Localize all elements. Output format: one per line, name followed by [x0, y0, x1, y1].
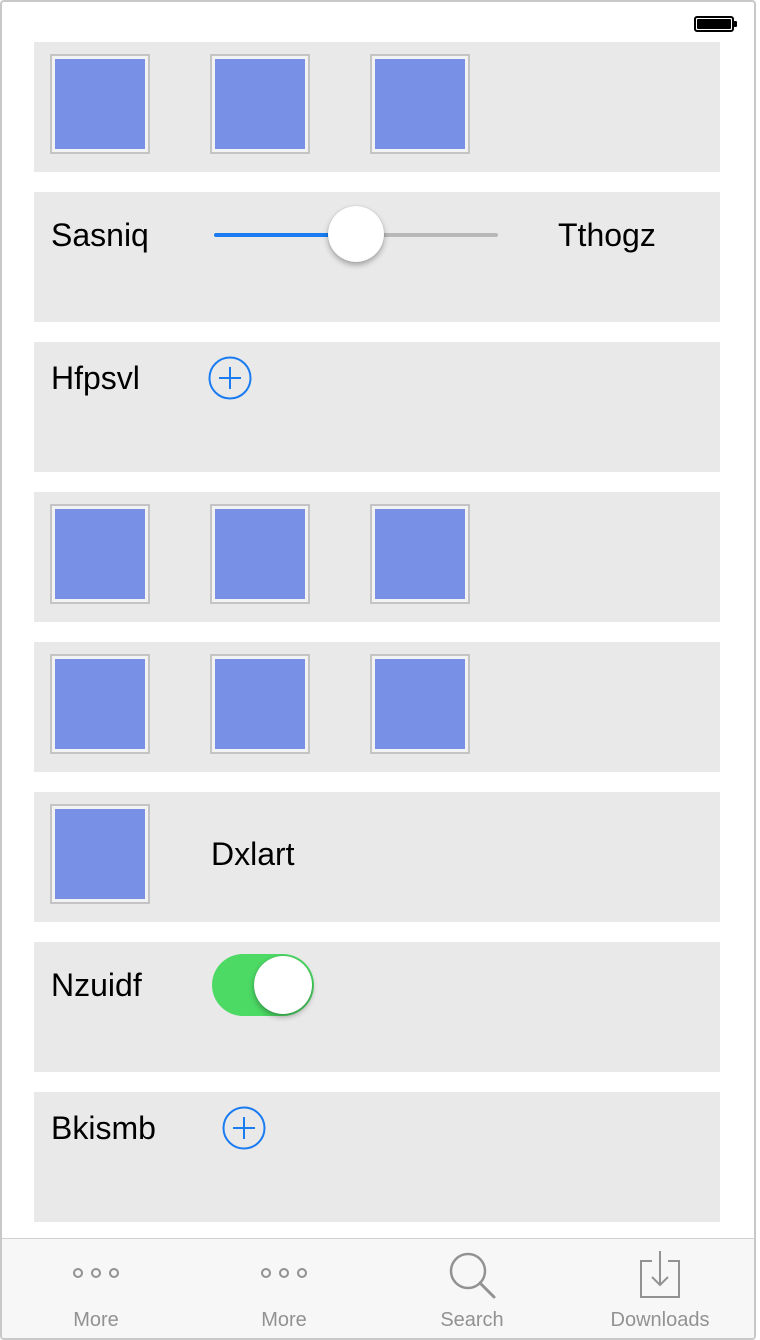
image-placeholder[interactable] — [50, 504, 150, 604]
download-icon — [640, 1251, 680, 1298]
image-row — [34, 492, 720, 622]
image-placeholder[interactable] — [210, 54, 310, 154]
toggle-row: Nzuidf — [34, 942, 720, 1072]
slider-handle[interactable] — [328, 206, 384, 262]
image-placeholder[interactable] — [370, 504, 470, 604]
image-placeholder[interactable] — [50, 804, 150, 904]
image-row — [34, 42, 720, 172]
tab-more[interactable]: More — [2, 1239, 190, 1338]
row-label: Nzuidf — [51, 967, 142, 1003]
add-row: Hfpsvl — [34, 342, 720, 472]
image-placeholder[interactable] — [370, 654, 470, 754]
slider-min-label: Sasniq — [51, 217, 149, 253]
tab-label: Downloads — [610, 1309, 710, 1331]
tab-label: More — [73, 1309, 119, 1331]
image-placeholder[interactable] — [210, 654, 310, 754]
battery-icon — [694, 16, 737, 32]
plus-circle-icon[interactable] — [222, 1106, 266, 1150]
tab-downloads[interactable]: Downloads — [566, 1239, 754, 1338]
image-placeholder[interactable] — [50, 654, 150, 754]
row-label: Dxlart — [211, 836, 295, 872]
slider-row: Sasniq Tthogz — [34, 192, 720, 322]
more-icon — [261, 1268, 307, 1278]
row-label: Hfpsvl — [51, 360, 140, 396]
row-label: Bkismb — [51, 1110, 156, 1146]
tab-label: Search — [440, 1309, 504, 1331]
tab-more[interactable]: More — [190, 1239, 378, 1338]
more-icon — [73, 1268, 119, 1278]
tab-bar: More More Search Downloads — [2, 1238, 754, 1338]
image-placeholder[interactable] — [50, 54, 150, 154]
image-text-row: Dxlart — [34, 792, 720, 922]
toggle-switch[interactable] — [212, 954, 314, 1016]
add-row: Bkismb — [34, 1092, 720, 1222]
slider-max-label: Tthogz — [558, 217, 656, 253]
app-screen: Sasniq Tthogz Hfpsvl Dxlart Nzuidf Bkism… — [0, 0, 756, 1340]
tab-label: More — [261, 1309, 307, 1331]
search-icon — [449, 1252, 496, 1299]
image-row — [34, 642, 720, 772]
image-placeholder[interactable] — [210, 504, 310, 604]
image-placeholder[interactable] — [370, 54, 470, 154]
plus-circle-icon[interactable] — [208, 356, 252, 400]
tab-search[interactable]: Search — [378, 1239, 566, 1338]
toggle-knob[interactable] — [254, 956, 312, 1014]
